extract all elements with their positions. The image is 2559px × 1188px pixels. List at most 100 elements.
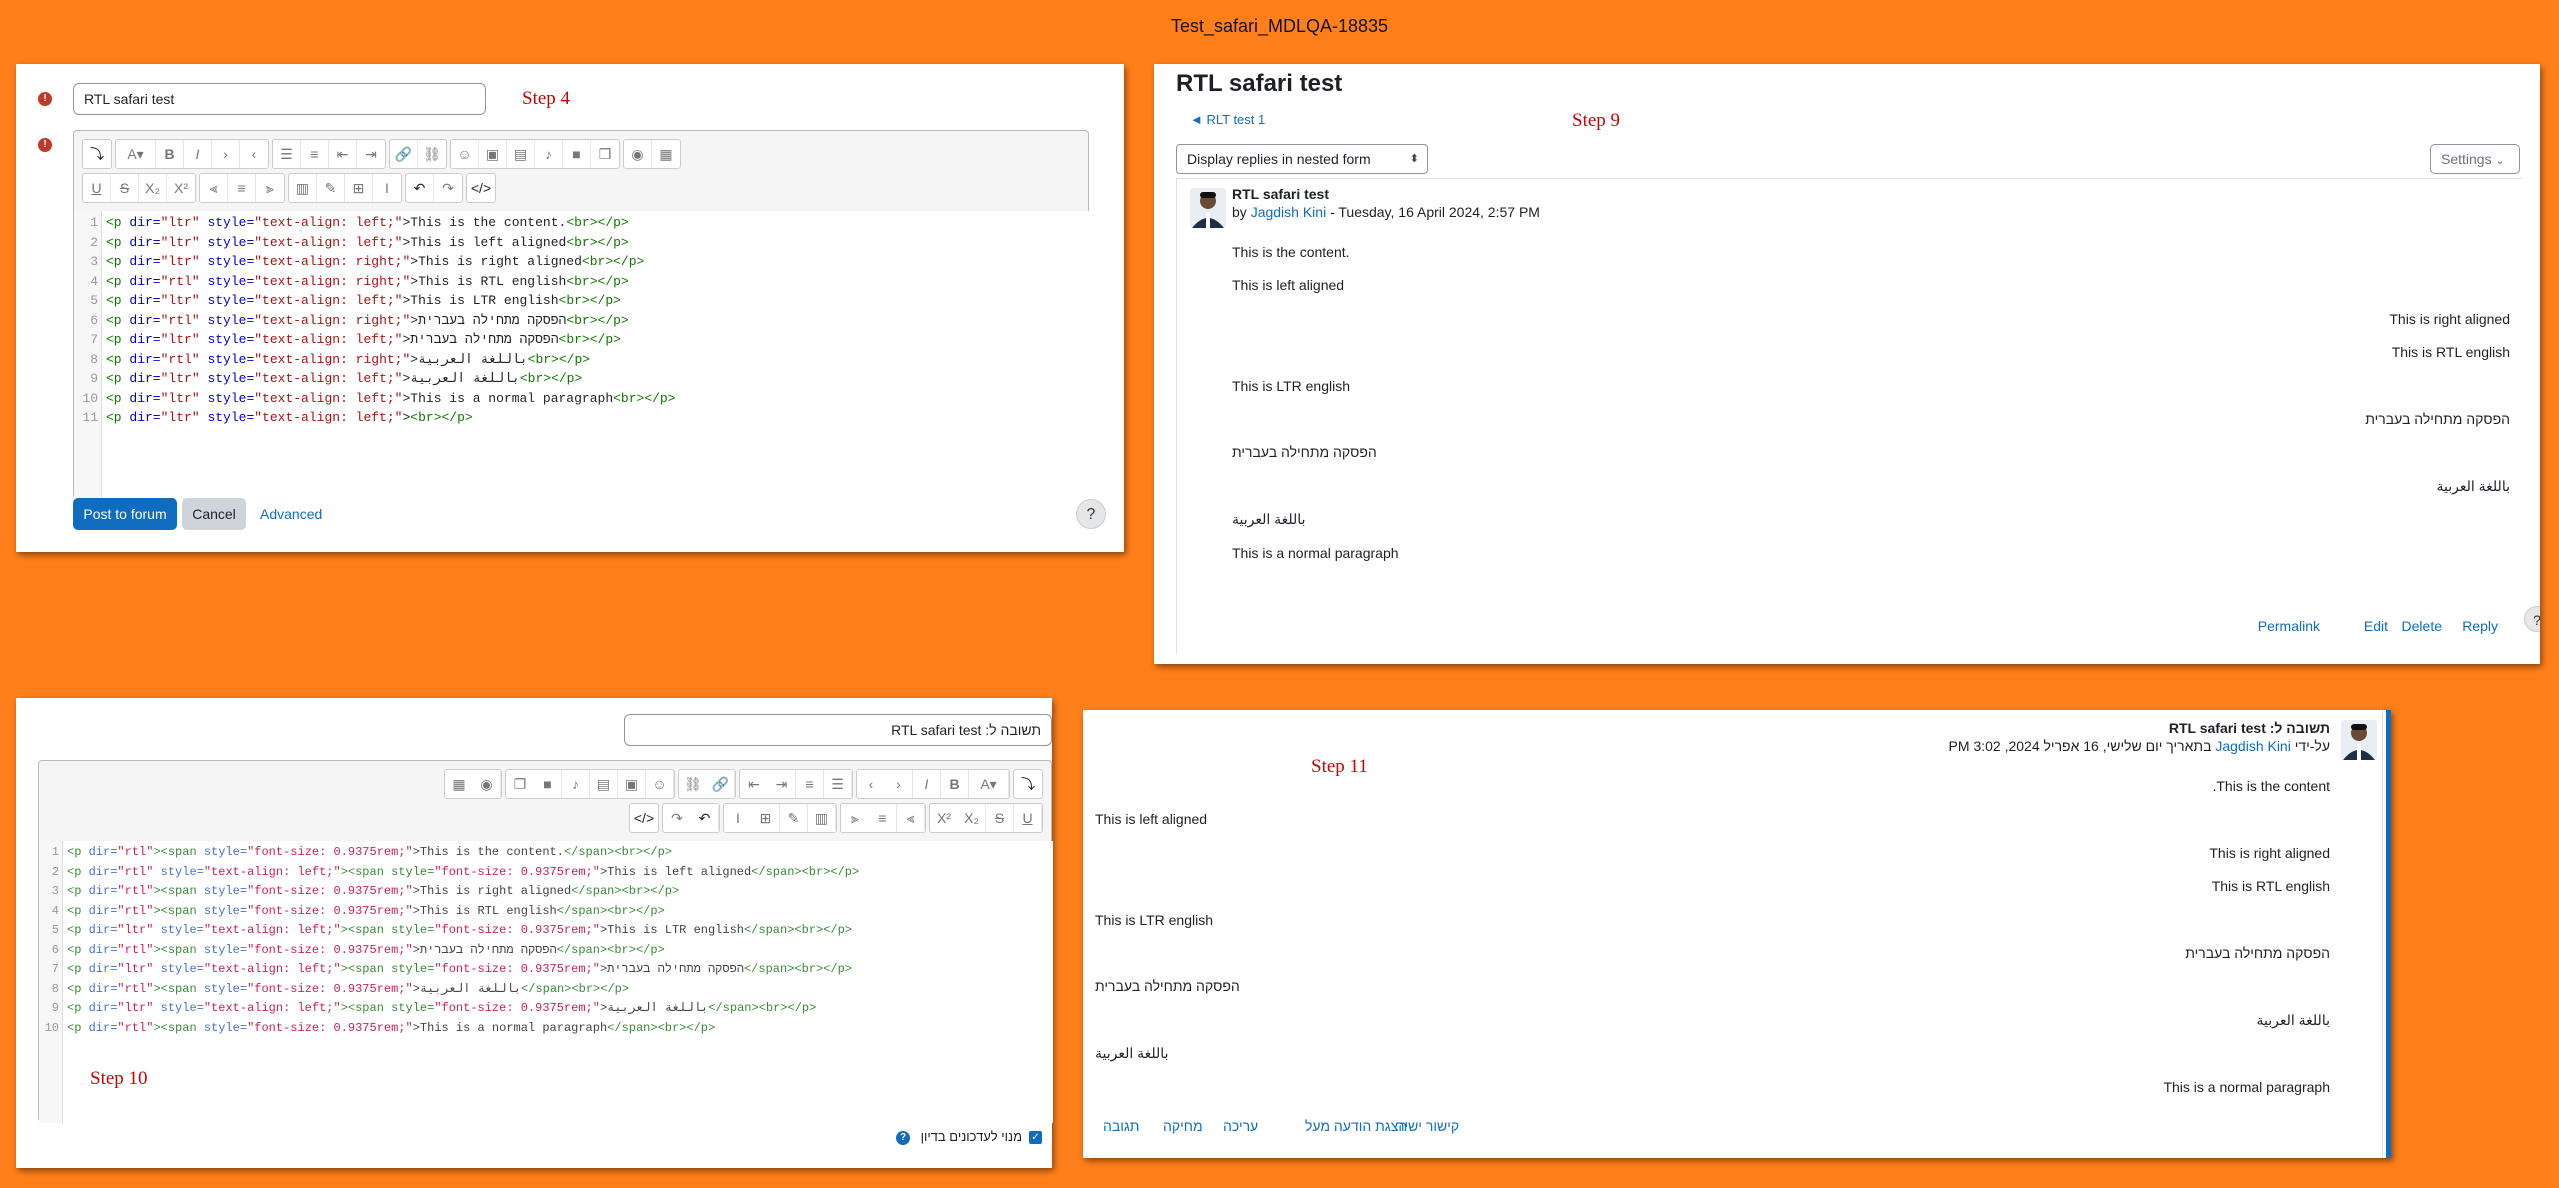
superscript-icon[interactable]: X² — [930, 804, 958, 832]
media-icon[interactable]: ▤ — [507, 140, 535, 168]
bold-icon[interactable]: B — [941, 770, 969, 798]
chevron-right-icon[interactable]: › — [212, 140, 240, 168]
html-code-area[interactable]: 1 <p dir="ltr" style="text-align: left;">… — [74, 211, 1090, 499]
microphone-icon[interactable]: ♪ — [535, 140, 563, 168]
advanced-link[interactable]: Advanced — [260, 506, 322, 522]
accessibility-icon[interactable]: ◉ — [624, 140, 652, 168]
help-button[interactable]: ? — [2524, 606, 2540, 632]
emoji-icon[interactable]: ☺ — [646, 770, 674, 798]
bold-icon[interactable]: B — [156, 140, 184, 168]
grid-icon[interactable]: ▦ — [445, 770, 473, 798]
subject-input[interactable]: RTL safari test — [73, 83, 486, 115]
author-link[interactable]: Jagdish Kini — [1251, 204, 1327, 220]
collapse-toolbar-icon[interactable]: ⤵ — [83, 140, 111, 168]
unlink-icon[interactable]: ⛓ — [418, 140, 446, 168]
align-right-icon[interactable]: ⫸ — [256, 174, 284, 202]
numbered-list-icon[interactable]: ≡ — [796, 770, 824, 798]
image-icon[interactable]: ▣ — [479, 140, 507, 168]
accessibility-icon[interactable]: ◉ — [473, 770, 501, 798]
text-cursor-icon[interactable]: I — [724, 804, 752, 832]
post-action-permalink[interactable]: Permalink — [2258, 618, 2320, 634]
post-action-2[interactable]: הצגת הודעה מעל — [1305, 1118, 1407, 1134]
cancel-button[interactable]: Cancel — [182, 498, 246, 530]
code-line: <p dir="rtl"><span style="font-size: 0.9… — [67, 882, 679, 902]
chevron-left-icon[interactable]: ‹ — [857, 770, 885, 798]
redo-icon[interactable]: ↷ — [434, 174, 462, 202]
align-left-icon[interactable]: ⫷ — [897, 804, 925, 832]
html-code-area[interactable]: 1 <p dir="rtl"><span style="font-size: 0.… — [39, 841, 1053, 1123]
image-icon[interactable]: ▣ — [618, 770, 646, 798]
bullet-list-icon[interactable]: ☰ — [824, 770, 852, 798]
code-token: style= — [199, 390, 255, 406]
chevron-right-icon[interactable]: › — [885, 770, 913, 798]
copy-icon[interactable]: ❐ — [591, 140, 619, 168]
collapse-toolbar-icon[interactable]: ⤵ — [1014, 770, 1042, 798]
underline-icon[interactable]: U — [1014, 804, 1042, 832]
align-center-icon[interactable]: ≡ — [869, 804, 897, 832]
back-link[interactable]: ◄ RLT test 1 — [1190, 112, 1265, 127]
post-action-4[interactable]: מחיקה — [1163, 1118, 1203, 1134]
clear-format-icon[interactable]: ▥ — [808, 804, 836, 832]
link-icon[interactable]: 🔗 — [707, 770, 735, 798]
video-icon[interactable]: ■ — [563, 140, 591, 168]
table-icon[interactable]: ⊞ — [345, 174, 373, 202]
font-style-icon[interactable]: A▾ — [969, 770, 1009, 798]
align-right-icon[interactable]: ⫸ — [841, 804, 869, 832]
clear-format-icon[interactable]: ▥ — [289, 174, 317, 202]
strikethrough-icon[interactable]: S — [111, 174, 139, 202]
post-action-5[interactable]: תגובה — [1103, 1118, 1139, 1134]
link-icon[interactable]: 🔗 — [390, 140, 418, 168]
help-icon[interactable]: ? — [896, 1131, 910, 1145]
outdent-icon[interactable]: ⇥ — [768, 770, 796, 798]
indent-icon[interactable]: ⇥ — [357, 140, 385, 168]
post-to-forum-button[interactable]: Post to forum — [73, 498, 177, 530]
display-mode-select[interactable]: Display replies in nested form ⬍ — [1176, 144, 1428, 174]
undo-icon[interactable]: ↶ — [691, 804, 719, 832]
chevron-left-icon[interactable]: ‹ — [240, 140, 268, 168]
required-icon: ! — [38, 138, 52, 152]
align-left-icon[interactable]: ⫷ — [200, 174, 228, 202]
content-line: הפסקה מתחילה בעברית — [2365, 411, 2510, 427]
settings-button[interactable]: Settings ⌄ — [2430, 144, 2520, 174]
microphone-icon[interactable]: ♪ — [562, 770, 590, 798]
grid-icon[interactable]: ▦ — [652, 140, 680, 168]
strikethrough-icon[interactable]: S — [986, 804, 1014, 832]
underline-icon[interactable]: U — [83, 174, 111, 202]
superscript-icon[interactable]: X² — [167, 174, 195, 202]
table-icon[interactable]: ⊞ — [752, 804, 780, 832]
code-token: ><span style= — [340, 923, 435, 937]
align-center-icon[interactable]: ≡ — [228, 174, 256, 202]
subscript-icon[interactable]: X₂ — [958, 804, 986, 832]
html-source-icon[interactable]: </> — [630, 804, 658, 832]
numbered-list-icon[interactable]: ≡ — [301, 140, 329, 168]
edit-icon[interactable]: ✎ — [317, 174, 345, 202]
post-action-edit[interactable]: Edit — [2364, 618, 2388, 634]
text-cursor-icon[interactable]: I — [373, 174, 401, 202]
bullet-list-icon[interactable]: ☰ — [273, 140, 301, 168]
outdent-icon[interactable]: ⇤ — [329, 140, 357, 168]
subscribe-checkbox[interactable]: ✓ — [1029, 1131, 1042, 1144]
emoji-icon[interactable]: ☺ — [451, 140, 479, 168]
post-action-reply[interactable]: Reply — [2462, 618, 2498, 634]
subscript-icon[interactable]: X₂ — [139, 174, 167, 202]
code-token: <p — [67, 981, 89, 996]
unlink-icon[interactable]: ⛓ — [679, 770, 707, 798]
redo-icon[interactable]: ↷ — [663, 804, 691, 832]
post-action-delete[interactable]: Delete — [2402, 618, 2442, 634]
undo-icon[interactable]: ↶ — [406, 174, 434, 202]
post-action-3[interactable]: עריכה — [1223, 1118, 1258, 1134]
italic-icon[interactable]: I — [913, 770, 941, 798]
media-icon[interactable]: ▤ — [590, 770, 618, 798]
font-style-icon[interactable]: A▾ — [116, 140, 156, 168]
content-line: This is the content. — [2212, 778, 2330, 794]
indent-icon[interactable]: ⇤ — [740, 770, 768, 798]
italic-icon[interactable]: I — [184, 140, 212, 168]
copy-icon[interactable]: ❐ — [506, 770, 534, 798]
help-button[interactable]: ? — [1076, 499, 1106, 529]
subject-input[interactable]: תשובה ל: RTL safari test — [624, 714, 1052, 746]
edit-icon[interactable]: ✎ — [780, 804, 808, 832]
html-source-icon[interactable]: </> — [467, 174, 495, 202]
line-number: 10 — [82, 390, 98, 406]
author-link[interactable]: Jagdish Kini — [2215, 738, 2291, 754]
video-icon[interactable]: ■ — [534, 770, 562, 798]
